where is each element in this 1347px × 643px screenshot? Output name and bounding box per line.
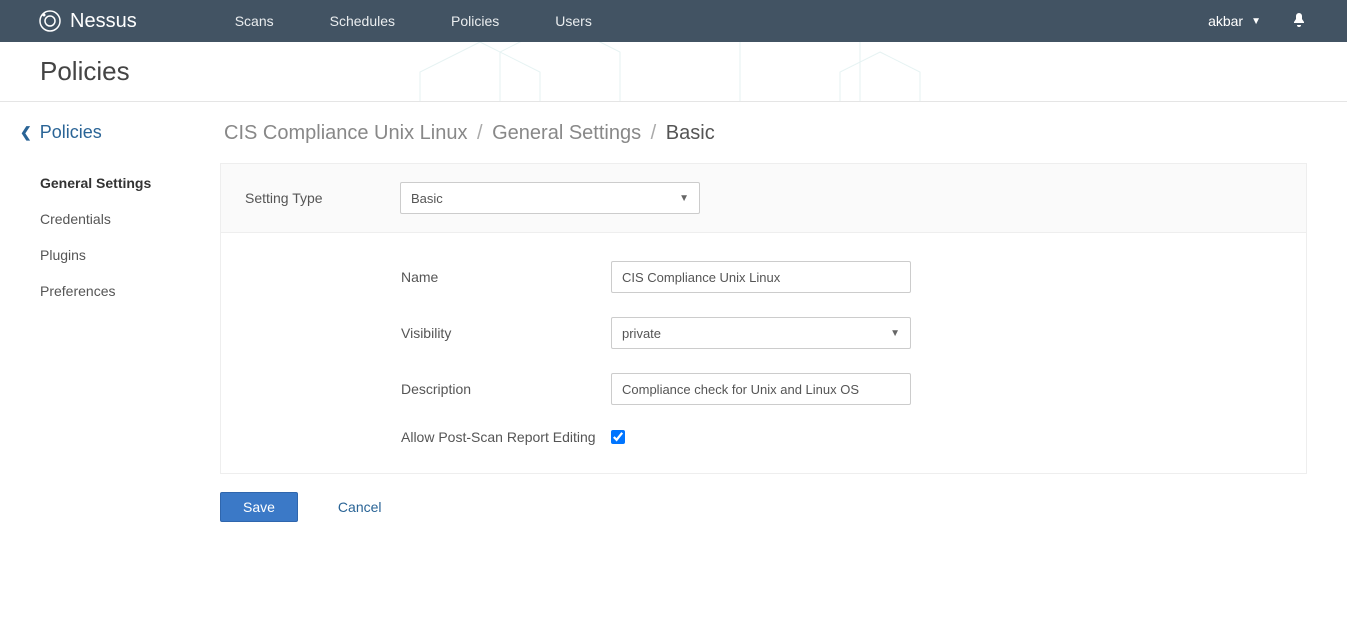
chevron-left-icon: ❮ [20, 124, 32, 141]
breadcrumb-sep: / [477, 122, 483, 144]
visibility-value: private [622, 326, 661, 341]
description-label: Description [401, 381, 611, 397]
panel-top: Setting Type Basic ▼ [221, 164, 1306, 233]
breadcrumb-section[interactable]: General Settings [492, 122, 641, 144]
user-menu[interactable]: akbar ▼ [1208, 13, 1261, 29]
logo-text: Nessus [70, 10, 137, 33]
row-description: Description [401, 373, 1282, 405]
main-layout: ❮ Policies General Settings Credentials … [0, 102, 1347, 522]
description-input[interactable] [611, 373, 911, 405]
save-button[interactable]: Save [220, 492, 298, 522]
sidebar-item-general-settings[interactable]: General Settings [20, 165, 220, 201]
nav-schedules[interactable]: Schedules [302, 0, 423, 42]
sidebar-item-plugins[interactable]: Plugins [20, 237, 220, 273]
user-name-label: akbar [1208, 13, 1243, 29]
sidebar-item-credentials[interactable]: Credentials [20, 201, 220, 237]
sidebar-item-label: Plugins [40, 247, 86, 263]
nav-policies[interactable]: Policies [423, 0, 527, 42]
allow-post-label: Allow Post-Scan Report Editing [401, 429, 611, 445]
top-nav: Nessus Scans Schedules Policies Users ak… [0, 0, 1347, 42]
row-visibility: Visibility private ▼ [401, 317, 1282, 349]
user-area: akbar ▼ [1208, 12, 1327, 31]
nessus-logo-icon [38, 9, 62, 33]
settings-panel: Setting Type Basic ▼ Name Visibility pri… [220, 163, 1307, 474]
caret-down-icon: ▼ [890, 328, 900, 339]
panel-body: Name Visibility private ▼ Description Al… [221, 233, 1306, 473]
form-actions: Save Cancel [220, 492, 1307, 522]
sidebar-item-preferences[interactable]: Preferences [20, 273, 220, 309]
caret-down-icon: ▼ [679, 193, 689, 204]
visibility-select[interactable]: private ▼ [611, 317, 911, 349]
breadcrumb-current: Basic [666, 122, 715, 144]
notifications-button[interactable] [1291, 12, 1307, 31]
sidebar-item-label: Preferences [40, 283, 115, 299]
page-title: Policies [40, 56, 1347, 87]
visibility-label: Visibility [401, 325, 611, 341]
breadcrumb: CIS Compliance Unix Linux / General Sett… [220, 122, 1307, 145]
sidebar-item-label: General Settings [40, 175, 151, 191]
name-input[interactable] [611, 261, 911, 293]
name-label: Name [401, 269, 611, 285]
row-name: Name [401, 261, 1282, 293]
logo[interactable]: Nessus [0, 0, 167, 42]
cancel-link[interactable]: Cancel [338, 499, 382, 515]
row-allow-post: Allow Post-Scan Report Editing [401, 429, 1282, 445]
setting-type-label: Setting Type [245, 190, 400, 206]
bell-icon [1291, 12, 1307, 28]
sidebar-back-link[interactable]: ❮ Policies [20, 122, 220, 143]
caret-down-icon: ▼ [1251, 16, 1261, 27]
sidebar: ❮ Policies General Settings Credentials … [0, 122, 220, 522]
nav-users[interactable]: Users [527, 0, 620, 42]
sidebar-back-label: Policies [40, 122, 102, 143]
breadcrumb-policy[interactable]: CIS Compliance Unix Linux [224, 122, 467, 144]
nav-scans[interactable]: Scans [207, 0, 302, 42]
breadcrumb-sep: / [651, 122, 657, 144]
page-header: Policies [0, 42, 1347, 102]
main-content: CIS Compliance Unix Linux / General Sett… [220, 122, 1347, 522]
setting-type-value: Basic [411, 191, 443, 206]
nav-links: Scans Schedules Policies Users [167, 0, 1208, 42]
setting-type-select[interactable]: Basic ▼ [400, 182, 700, 214]
sidebar-item-label: Credentials [40, 211, 111, 227]
allow-post-checkbox[interactable] [611, 430, 625, 444]
